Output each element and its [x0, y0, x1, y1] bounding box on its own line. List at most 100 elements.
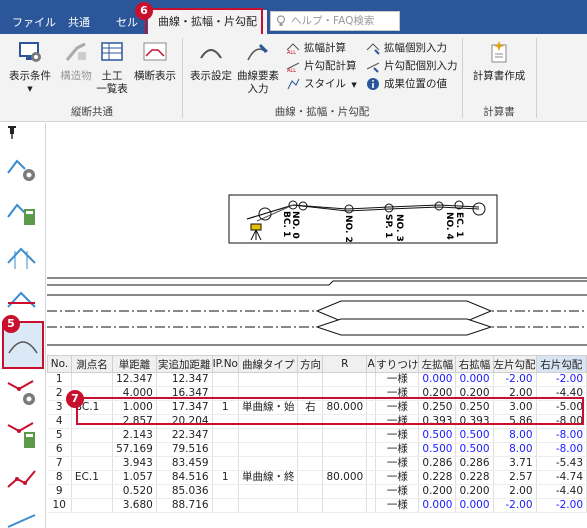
- superelev-calc-button[interactable]: ALL 片勾配計算: [286, 58, 357, 74]
- table-cell[interactable]: [71, 442, 114, 457]
- table-row[interactable]: 5 2.143 22.347 一様 0.500 0.500 8.00 -8.00: [47, 428, 587, 443]
- table-cell[interactable]: 9: [47, 484, 72, 499]
- table-cell[interactable]: 88.716: [156, 498, 213, 513]
- table-cell[interactable]: 一様: [375, 498, 420, 513]
- report-create-button[interactable]: 計算書作成: [468, 40, 530, 83]
- table-cell[interactable]: 0.520: [112, 484, 157, 499]
- table-cell[interactable]: 8: [47, 470, 72, 485]
- cross-table-icon[interactable]: [5, 195, 39, 229]
- table-cell[interactable]: -4.40: [536, 484, 587, 499]
- display-condition-button[interactable]: 表示条件 ▼: [4, 40, 56, 96]
- data-grid[interactable]: No. 測点名 単距離 実追加距離 IP.No 曲線タイプ 方向 R A すりつ…: [47, 355, 587, 528]
- table-cell[interactable]: [238, 442, 299, 457]
- table-cell[interactable]: [238, 428, 299, 443]
- table-cell[interactable]: 0.200: [455, 484, 494, 499]
- display-settings-button[interactable]: 表示設定: [186, 40, 236, 83]
- earthwork-list-button[interactable]: 土工 一覧表: [96, 40, 128, 96]
- table-cell[interactable]: -8.00: [536, 442, 587, 457]
- table-cell[interactable]: -2.00: [493, 498, 537, 513]
- table-cell[interactable]: [212, 456, 239, 471]
- table-row[interactable]: 8 EC.1 1.057 84.516 1 単曲線・終 80.000 一様 0.228 0.228…: [47, 470, 587, 485]
- col-header[interactable]: 実追加距離: [155, 355, 213, 373]
- superelev-table-icon[interactable]: [5, 417, 39, 451]
- col-header[interactable]: 右片勾配: [535, 355, 587, 373]
- table-cell[interactable]: [297, 484, 324, 499]
- table-cell[interactable]: [366, 498, 377, 513]
- table-row[interactable]: 9 0.520 85.036 一様 0.200 0.200 2.00 -4.40: [47, 484, 587, 499]
- table-cell[interactable]: [366, 484, 377, 499]
- col-header[interactable]: すりつけ: [375, 355, 420, 373]
- superelev-lines-icon[interactable]: [5, 461, 39, 495]
- table-cell[interactable]: 2.00: [493, 484, 537, 499]
- table-cell[interactable]: 0.228: [418, 470, 457, 485]
- table-cell[interactable]: EC.1: [71, 470, 114, 485]
- col-header[interactable]: 右拡幅: [455, 355, 494, 373]
- col-header[interactable]: R: [322, 355, 368, 373]
- table-row[interactable]: 10 3.680 88.716 一様 0.000 0.000 -2.00 -2.00: [47, 498, 587, 513]
- table-cell[interactable]: 2.143: [112, 428, 157, 443]
- superelev-settings-icon[interactable]: [5, 375, 39, 409]
- table-cell[interactable]: 単曲線・終: [238, 470, 299, 485]
- table-cell[interactable]: [71, 372, 114, 387]
- pin-icon[interactable]: [6, 125, 18, 139]
- col-header[interactable]: 左拡幅: [418, 355, 457, 373]
- table-cell[interactable]: [366, 428, 377, 443]
- table-cell[interactable]: 一様: [375, 442, 420, 457]
- table-cell[interactable]: 0.286: [418, 456, 457, 471]
- table-row[interactable]: 6 57.169 79.516 一様 0.500 0.500 8.00 -8.00: [47, 442, 587, 457]
- col-header[interactable]: No.: [47, 355, 72, 373]
- table-cell[interactable]: [212, 372, 239, 387]
- table-cell[interactable]: 0.500: [455, 442, 494, 457]
- curve-input-button[interactable]: 曲線要素 入力: [236, 40, 280, 96]
- table-cell[interactable]: 8.00: [493, 442, 537, 457]
- table-cell[interactable]: 7: [47, 456, 72, 471]
- table-cell[interactable]: 0.000: [455, 372, 494, 387]
- col-header[interactable]: 単距離: [112, 355, 157, 373]
- help-search-input[interactable]: ヘルプ・FAQ検索: [270, 11, 400, 31]
- table-cell[interactable]: 一様: [375, 372, 420, 387]
- table-cell[interactable]: [322, 372, 368, 387]
- table-cell[interactable]: 0.500: [418, 442, 457, 457]
- plan-profile-canvas[interactable]: NO. 0 BC. 1 NO. 2 SP. 1 NO. 3 EC. 1 NO. …: [47, 123, 587, 353]
- table-cell[interactable]: 85.036: [156, 484, 213, 499]
- style-dropdown[interactable]: スタイル ▼: [286, 76, 357, 92]
- table-cell[interactable]: 一様: [375, 428, 420, 443]
- cross-settings-icon[interactable]: [5, 151, 39, 185]
- table-cell[interactable]: 4: [47, 414, 72, 429]
- table-cell[interactable]: [212, 484, 239, 499]
- table-cell[interactable]: 3.680: [112, 498, 157, 513]
- table-cell[interactable]: [212, 428, 239, 443]
- col-header[interactable]: 方向: [297, 355, 324, 373]
- table-cell[interactable]: [322, 484, 368, 499]
- table-cell[interactable]: [238, 498, 299, 513]
- table-cell[interactable]: 8.00: [493, 428, 537, 443]
- structure-button[interactable]: 構造物: [56, 40, 96, 83]
- table-cell[interactable]: [297, 470, 324, 485]
- table-cell[interactable]: [366, 372, 377, 387]
- table-cell[interactable]: 22.347: [156, 428, 213, 443]
- superelev-extra-icon[interactable]: [5, 501, 39, 528]
- col-header[interactable]: 左片勾配: [492, 355, 537, 373]
- table-cell[interactable]: 79.516: [156, 442, 213, 457]
- table-cell[interactable]: 0.000: [418, 498, 457, 513]
- table-cell[interactable]: -2.00: [536, 372, 587, 387]
- table-cell[interactable]: [238, 456, 299, 471]
- table-cell[interactable]: 3.943: [112, 456, 157, 471]
- col-header[interactable]: 曲線タイプ: [237, 355, 299, 373]
- table-cell[interactable]: -2.00: [493, 372, 537, 387]
- superelev-individual-button[interactable]: 片勾配個別入力: [366, 58, 458, 74]
- cross-mark-icon[interactable]: [5, 283, 39, 317]
- table-cell[interactable]: 一様: [375, 470, 420, 485]
- table-cell[interactable]: [322, 498, 368, 513]
- table-cell[interactable]: 83.459: [156, 456, 213, 471]
- cross-lines-icon[interactable]: [5, 239, 39, 273]
- table-cell[interactable]: 12.347: [112, 372, 157, 387]
- tab-file[interactable]: ファイル: [12, 12, 56, 34]
- table-cell[interactable]: [297, 498, 324, 513]
- table-cell[interactable]: 一様: [375, 456, 420, 471]
- table-cell[interactable]: 0.000: [455, 498, 494, 513]
- table-cell[interactable]: 10: [47, 498, 72, 513]
- table-cell[interactable]: [297, 456, 324, 471]
- table-cell[interactable]: [71, 498, 114, 513]
- table-cell[interactable]: 3.71: [493, 456, 537, 471]
